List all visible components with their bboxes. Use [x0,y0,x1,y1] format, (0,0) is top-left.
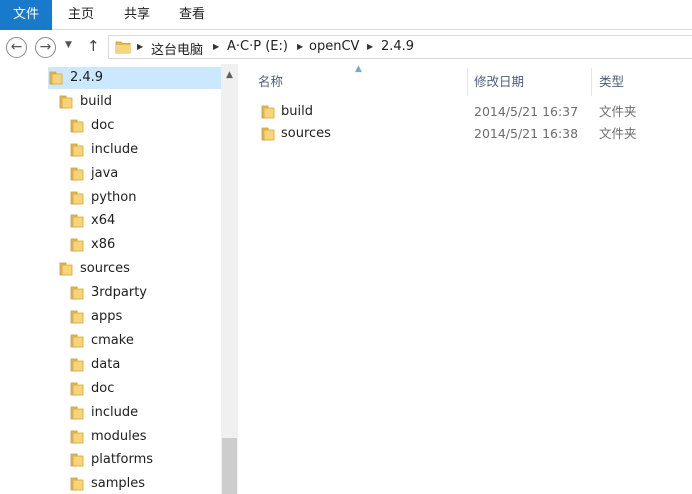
folder-icon [69,285,85,301]
folder-icon [69,405,85,421]
file-list-pane: ▲ 名称 修改日期 类型 build 2014/5/21 16:37 文件夹 s… [238,64,692,494]
breadcrumb-2-4-9[interactable]: 2.4.9 [381,39,414,54]
folder-icon [69,357,85,373]
tree-item-modules[interactable]: modules [69,426,221,448]
folder-icon [69,213,85,229]
navigation-pane: 2.4.9 build doc include java python x64 x86 sour… [0,64,238,494]
chevron-right-icon[interactable]: ▶ [137,42,143,51]
tree-item-cmake[interactable]: cmake [69,330,221,352]
tree-item-label: java [91,166,119,181]
folder-icon [69,381,85,397]
address-bar[interactable]: ▶ 这台电脑 ▶ A·C·P (E:) ▶ openCV ▶ 2.4.9 [108,35,692,59]
up-arrow-icon[interactable]: ↑ [87,37,100,55]
tree-item-label: 2.4.9 [70,70,104,85]
forward-arrow-icon[interactable]: → [35,37,56,58]
tree-item-label: 3rdparty [91,285,147,300]
tree-item-label: doc [91,118,115,133]
file-date: 2014/5/21 16:38 [474,126,579,141]
folder-icon [69,429,85,445]
scroll-thumb[interactable] [222,438,237,494]
breadcrumb-opencv[interactable]: openCV [309,39,359,54]
tree-item-label: doc [91,381,115,396]
column-header-type[interactable]: 类型 [599,72,624,92]
back-arrow-icon[interactable]: ← [6,37,27,58]
folder-icon [69,309,85,325]
tree-item-label: x64 [91,213,116,228]
file-type: 文件夹 [599,126,637,141]
tree-item-java[interactable]: java [69,163,221,185]
tree-item-label: build [80,94,112,109]
file-row[interactable]: sources 2014/5/21 16:38 文件夹 [258,123,692,145]
folder-icon [69,166,85,182]
column-header-date[interactable]: 修改日期 [474,72,524,92]
folder-icon [69,476,85,492]
file-date: 2014/5/21 16:37 [474,104,579,119]
tree-item-doc[interactable]: doc [69,115,221,137]
tree-item-samples[interactable]: samples [69,473,221,494]
tree-item-2-4-9[interactable]: 2.4.9 [48,67,221,89]
tree-item-label: python [91,190,137,205]
folder-icon [58,261,74,277]
tree-item-build[interactable]: build [58,91,221,113]
scroll-up-icon[interactable]: ▲ [221,68,238,82]
tree-item-include[interactable]: include [69,402,221,424]
tree-item-apps[interactable]: apps [69,306,221,328]
chevron-down-icon[interactable]: ▼ [65,40,72,50]
folder-icon [69,142,85,158]
breadcrumb-this-pc[interactable]: 这台电脑 [151,39,203,58]
tree-item-x86[interactable]: x86 [69,234,221,256]
tab-share[interactable]: 共享 [122,0,152,30]
folder-icon [115,40,131,54]
folder-icon [260,104,276,120]
navigation-bar: ← → ▼ ↑ ▶ 这台电脑 ▶ A·C·P (E:) ▶ openCV ▶ 2… [0,30,692,64]
tab-view[interactable]: 查看 [177,0,207,30]
folder-icon [48,70,64,86]
tree-item-platforms[interactable]: platforms [69,449,221,471]
folder-icon [69,118,85,134]
file-name: build [281,104,313,119]
folder-icon [69,333,85,349]
tree-item-sources[interactable]: sources [58,258,221,280]
tree-item-label: x86 [91,237,116,252]
folder-icon [69,452,85,468]
folder-icon [260,126,276,142]
column-divider[interactable] [591,68,592,96]
breadcrumb-drive[interactable]: A·C·P (E:) [227,39,288,54]
tree-item-python[interactable]: python [69,187,221,209]
sort-ascending-icon: ▲ [355,64,362,74]
column-divider[interactable] [467,68,468,96]
navigation-pane-scrollbar[interactable]: ▲ [221,64,238,494]
chevron-right-icon[interactable]: ▶ [213,42,219,51]
tree-item-label: data [91,357,121,372]
tree-item-include[interactable]: include [69,139,221,161]
tree-item-x64[interactable]: x64 [69,210,221,232]
file-row[interactable]: build 2014/5/21 16:37 文件夹 [258,101,692,123]
chevron-right-icon[interactable]: ▶ [367,42,373,51]
tab-home[interactable]: 主页 [66,0,96,30]
tree-item-label: sources [80,261,130,276]
file-type: 文件夹 [599,104,637,119]
tree-item-label: apps [91,309,123,324]
tree-item-data[interactable]: data [69,354,221,376]
folder-icon [69,237,85,253]
file-name: sources [281,126,331,141]
column-header-name[interactable]: 名称 [258,72,283,92]
folder-icon [58,94,74,110]
tree-item-label: include [91,142,139,157]
tree-item-label: modules [91,429,147,444]
tab-file[interactable]: 文件 [0,0,52,30]
tree-item-label: platforms [91,452,154,467]
tree-item-label: include [91,405,139,420]
folder-icon [69,190,85,206]
chevron-right-icon[interactable]: ▶ [297,42,303,51]
ribbon: 文件 主页 共享 查看 [0,0,692,30]
tree-item-label: cmake [91,333,134,348]
tree-item-label: samples [91,476,146,491]
tree-item-3rdparty[interactable]: 3rdparty [69,282,221,304]
tree-item-doc[interactable]: doc [69,378,221,400]
